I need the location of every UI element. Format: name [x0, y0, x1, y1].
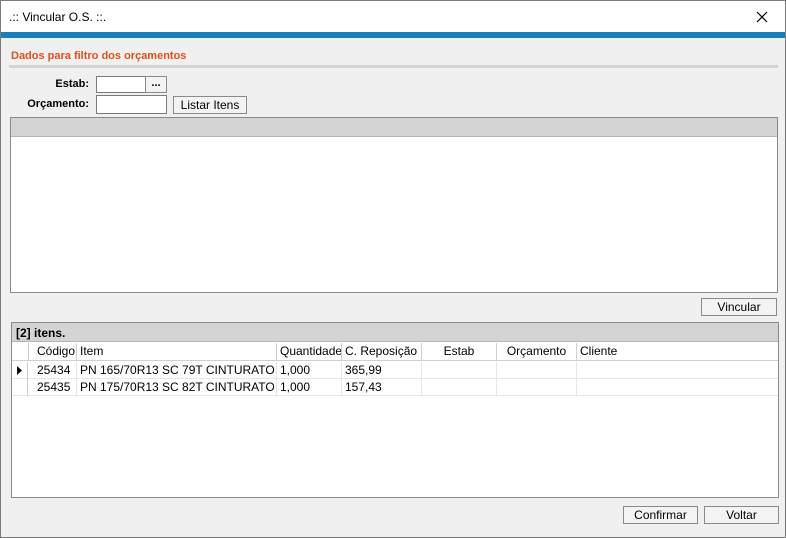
column-header-quantidade[interactable]: Quantidade	[277, 343, 342, 361]
cell-item: PN 165/70R13 SC 79T CINTURATO P	[77, 362, 277, 379]
accent-bar	[1, 32, 785, 38]
cell-cliente	[577, 379, 776, 396]
row-pointer-icon	[17, 366, 22, 375]
cell-reposicao: 157,43	[342, 379, 422, 396]
items-grid[interactable]: [2] itens. Código Item Quantidade C. Rep…	[11, 322, 779, 498]
estab-input[interactable]	[96, 76, 146, 93]
column-header-item[interactable]: Item	[77, 343, 277, 361]
row-indicator	[12, 362, 28, 379]
listar-itens-button[interactable]: Listar Itens	[173, 96, 247, 114]
title-bar: .:: Vincular O.S. ::.	[1, 1, 785, 32]
cell-quantidade: 1,000	[277, 379, 342, 396]
cell-estab	[422, 362, 497, 379]
cell-codigo: 25435	[34, 379, 77, 396]
voltar-button[interactable]: Voltar	[704, 506, 779, 524]
column-header-orcamento[interactable]: Orçamento	[497, 343, 577, 361]
orcamento-input[interactable]	[96, 95, 167, 114]
column-header-estab[interactable]: Estab	[422, 343, 497, 361]
cell-orcamento	[497, 379, 577, 396]
orcamento-label: Orçamento:	[27, 98, 89, 110]
confirmar-button[interactable]: Confirmar	[623, 506, 698, 524]
column-header-cliente[interactable]: Cliente	[577, 343, 776, 361]
vincular-button[interactable]: Vincular	[701, 298, 777, 316]
filter-section-title: Dados para filtro dos orçamentos	[11, 50, 187, 62]
estab-lookup-button[interactable]: ...	[145, 76, 167, 93]
cell-cliente	[577, 362, 776, 379]
row-indicator	[12, 379, 28, 396]
cell-quantidade: 1,000	[277, 362, 342, 379]
close-button[interactable]	[739, 1, 785, 32]
estab-label: Estab:	[55, 78, 89, 90]
cell-item: PN 175/70R13 SC 82T CINTURATO P	[77, 379, 277, 396]
orcamentos-grid-header	[11, 118, 777, 137]
items-count: [2] itens.	[16, 326, 66, 340]
cell-codigo: 25434	[34, 362, 77, 379]
cell-orcamento	[497, 362, 577, 379]
table-row[interactable]: 25434 PN 165/70R13 SC 79T CINTURATO P 1,…	[12, 362, 778, 379]
cell-estab	[422, 379, 497, 396]
window-title: .:: Vincular O.S. ::.	[9, 10, 107, 24]
grid-column-headers: Código Item Quantidade C. Reposição Esta…	[12, 343, 778, 361]
cell-reposicao: 365,99	[342, 362, 422, 379]
table-row[interactable]: 25435 PN 175/70R13 SC 82T CINTURATO P 1,…	[12, 379, 778, 396]
row-indicator-header	[12, 343, 29, 361]
dialog-window: .:: Vincular O.S. ::. Dados para filtro …	[0, 0, 786, 538]
section-divider	[9, 65, 778, 68]
column-header-codigo[interactable]: Código	[34, 343, 77, 361]
close-icon	[756, 11, 768, 22]
column-header-reposicao[interactable]: C. Reposição	[342, 343, 422, 361]
orcamentos-grid[interactable]	[10, 117, 778, 293]
items-grid-header: [2] itens.	[12, 323, 778, 342]
